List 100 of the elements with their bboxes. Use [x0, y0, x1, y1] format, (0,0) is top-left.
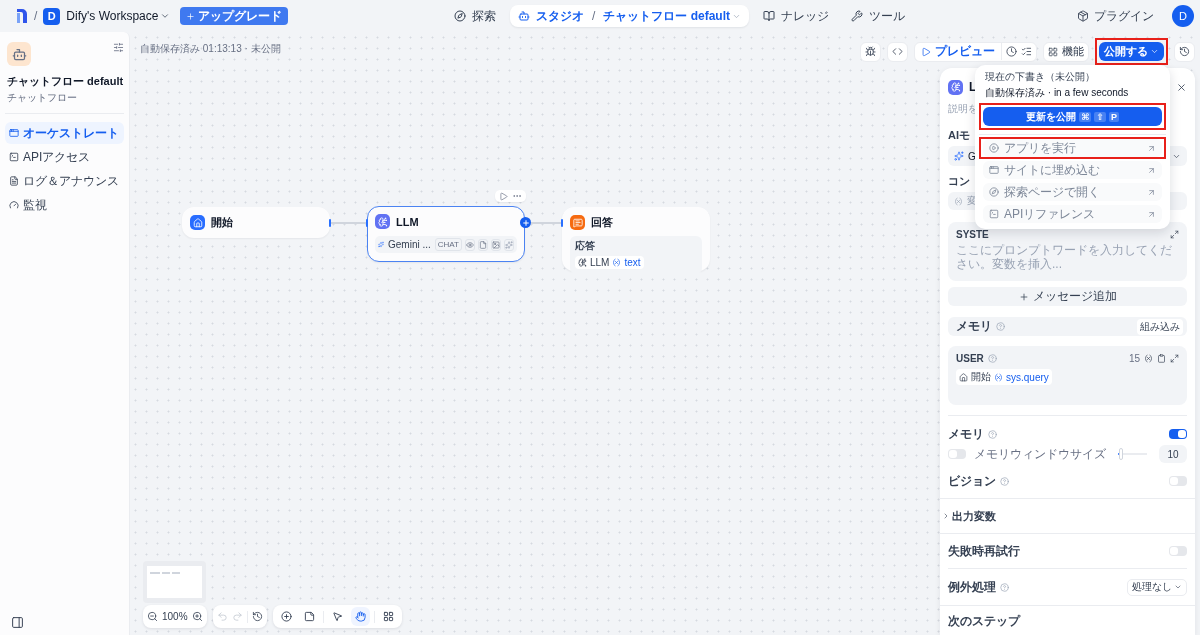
env-button[interactable] — [887, 41, 908, 62]
source-name: 開始 — [971, 370, 991, 384]
image-icon — [491, 238, 501, 251]
external-link-icon — [1147, 143, 1156, 153]
node-handle[interactable] — [561, 219, 563, 227]
builtin-tag: 組み込み — [1137, 318, 1183, 335]
prompt-editor[interactable]: SYSTE ここにプロンプトワードを入力してください。変数を挿入... — [948, 222, 1187, 281]
brain-icon — [578, 258, 587, 267]
checklist-icon — [1021, 46, 1032, 57]
help-icon — [1000, 476, 1009, 486]
toggle-switch[interactable] — [948, 449, 966, 459]
brain-icon — [948, 79, 963, 95]
node-handle[interactable] — [366, 219, 368, 227]
workflow-node[interactable]: LLM Gemini ... CHAT — [367, 206, 525, 262]
error-strategy-select[interactable]: 処理なし — [1127, 578, 1187, 596]
field-label: 応答 — [575, 239, 596, 253]
source-name: LLM — [590, 257, 610, 268]
logo-icon[interactable] — [16, 8, 28, 24]
expand-icon — [1170, 354, 1179, 363]
sidebar-item[interactable]: APIアクセス — [5, 146, 124, 168]
token-count: 15 — [1128, 353, 1140, 364]
app-type: チャットフロー — [6, 91, 78, 105]
upgrade-button[interactable]: アップグレード — [180, 7, 289, 25]
sidebar-item[interactable]: ログ＆アナウンス — [5, 170, 124, 192]
robot-icon — [7, 42, 31, 66]
nav-tab[interactable]: 探索 — [446, 5, 504, 27]
help-icon — [996, 322, 1005, 331]
checklist-button[interactable] — [860, 41, 881, 62]
chevron-down-icon — [1150, 47, 1159, 56]
eye-icon — [465, 238, 475, 251]
hand-icon — [354, 611, 366, 622]
setting-label: 例外処理 — [948, 578, 996, 596]
play-icon — [921, 46, 931, 57]
prompt-editor[interactable]: USER 15 開始 sys.query — [948, 346, 1187, 405]
compass-icon — [454, 10, 466, 22]
add-message-button[interactable]: メッセージ追加 — [948, 287, 1187, 306]
expand-icon — [1170, 230, 1179, 239]
chevron-down-icon — [160, 11, 171, 21]
autosave-status: 自動保存済み · in a few seconds — [984, 86, 1130, 100]
chevron-right-icon — [942, 512, 950, 520]
workspace-switcher[interactable]: Dify's Workspace — [66, 9, 171, 23]
node-title: LLM — [396, 215, 419, 228]
play-icon — [499, 191, 508, 201]
sparkle-icon — [378, 240, 384, 249]
number-field[interactable]: 10 — [1159, 445, 1187, 463]
slider-track[interactable] — [1118, 448, 1147, 460]
nav-tab[interactable]: ツール — [843, 5, 913, 27]
workflow-node[interactable]: 開始 — [182, 207, 330, 238]
variable-icon — [612, 258, 622, 267]
nav-tab[interactable]: スタジオ / チャットフロー default — [510, 5, 749, 27]
sidebar-item[interactable]: 監視 — [5, 194, 124, 216]
user-avatar[interactable]: D — [1172, 5, 1194, 27]
zoom-in-icon — [191, 611, 203, 622]
help-icon — [988, 429, 997, 439]
variable-icon — [994, 372, 1003, 382]
workflow-node[interactable]: 回答 応答 LLM text — [562, 207, 710, 271]
history-icon — [1179, 46, 1190, 57]
node-handle[interactable] — [329, 219, 331, 227]
add-node-handle[interactable] — [520, 217, 531, 228]
publish-button[interactable]: 公開する — [1099, 42, 1164, 61]
file-icon — [478, 238, 488, 251]
add-icon — [280, 611, 292, 622]
mode-tag: CHAT — [434, 238, 462, 251]
app-title: チャットフロー default — [6, 74, 124, 89]
code-icon — [892, 46, 903, 57]
note-icon — [303, 611, 315, 622]
tool-button[interactable] — [350, 607, 370, 626]
variable-name: sys.query — [1006, 371, 1049, 383]
sparkle-icon — [504, 238, 514, 251]
preview-button[interactable]: プレビュー — [919, 43, 1002, 60]
setting-label: ビジョン — [948, 472, 996, 490]
window-icon — [9, 128, 19, 138]
history-button[interactable] — [1174, 41, 1195, 62]
zoom-level[interactable]: 100% — [162, 611, 188, 622]
workspace-avatar: D — [43, 7, 61, 25]
toggle-switch[interactable] — [1169, 429, 1187, 439]
panel-toggle-icon — [11, 616, 24, 629]
nav-tab[interactable]: ナレッジ — [755, 5, 837, 27]
node-title: 回答 — [591, 215, 613, 230]
help-icon — [1000, 582, 1009, 592]
features-button[interactable]: 機能 — [1043, 41, 1089, 62]
publish-update-button[interactable]: 更新を公開 ⌘ ⇧ P — [983, 107, 1162, 126]
plus-icon — [1018, 291, 1029, 302]
terminal-icon — [9, 152, 19, 162]
toggle-switch[interactable] — [1169, 476, 1187, 486]
section-label: AIモ — [948, 127, 970, 143]
node-title: 開始 — [211, 215, 233, 230]
toggle-switch[interactable] — [1169, 546, 1187, 556]
sidebar-item[interactable]: オーケストレート — [5, 122, 124, 144]
save-status: 自動保存済み 01:13:13 · 未公開 — [140, 42, 281, 56]
window-icon — [989, 165, 999, 175]
output-toggle[interactable]: 出力変数 — [942, 508, 996, 524]
plugins-button[interactable]: プラグイン — [1071, 6, 1160, 26]
slider-thumb[interactable] — [1118, 448, 1123, 460]
house-icon — [959, 372, 968, 382]
clipboard-icon — [1157, 354, 1166, 363]
robot-icon — [518, 10, 530, 22]
setting-label: メモリウィンドウサイズ — [974, 445, 1106, 463]
memory-label: メモリ — [956, 318, 992, 335]
breadcrumb-separator: / — [34, 9, 38, 23]
